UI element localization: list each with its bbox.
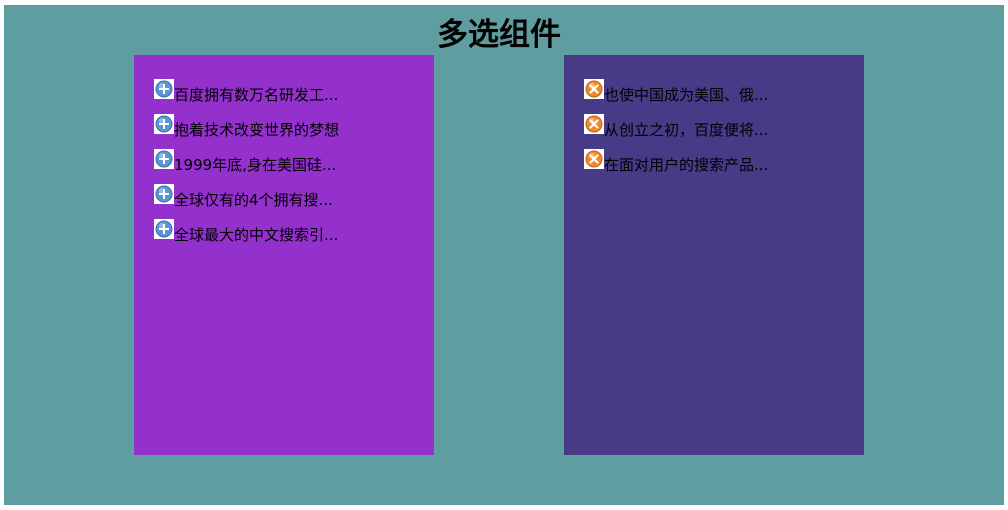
add-icon[interactable] <box>154 79 174 99</box>
remove-icon[interactable] <box>584 149 604 169</box>
page-title: 多选组件 <box>437 17 561 53</box>
remove-icon[interactable] <box>584 79 604 99</box>
list-item-label: 在面对用户的搜索产品... <box>604 156 769 174</box>
add-icon[interactable] <box>154 114 174 134</box>
remove-icon[interactable] <box>584 114 604 134</box>
add-icon[interactable] <box>154 219 174 239</box>
list-item-label: 抱着技术改变世界的梦想 <box>174 121 340 139</box>
page-background: 多选组件 百度拥有数万名研发工... 抱着技术改变世界的梦想 1999年底,身在… <box>4 5 1004 505</box>
list-item-label: 全球最大的中文搜索引... <box>174 226 339 244</box>
list-item-label: 1999年底,身在美国硅... <box>174 156 337 174</box>
add-icon[interactable] <box>154 184 174 204</box>
list-item-label: 从创立之初，百度便将... <box>604 121 769 139</box>
available-options-panel: 百度拥有数万名研发工... 抱着技术改变世界的梦想 1999年底,身在美国硅..… <box>134 55 434 455</box>
add-icon[interactable] <box>154 149 174 169</box>
selected-options-panel: 也使中国成为美国、俄... 从创立之初，百度便将... 在面对用户的搜索产品..… <box>564 55 864 455</box>
list-item-label: 百度拥有数万名研发工... <box>174 86 339 104</box>
list-item-label: 也使中国成为美国、俄... <box>604 86 769 104</box>
list-item-label: 全球仅有的4个拥有搜... <box>174 191 333 209</box>
